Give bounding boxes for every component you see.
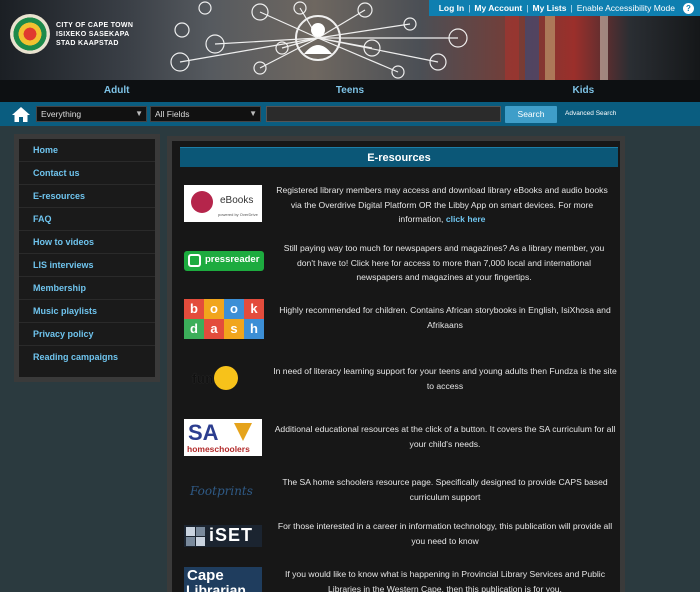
resource-description: In need of literacy learning support for… [272, 364, 618, 393]
click-here-link[interactable]: click here [446, 214, 486, 224]
search-field-select[interactable]: All Fields ▼ [150, 106, 261, 122]
resource-description: Still paying way too much for newspapers… [276, 241, 612, 285]
logo-tile [196, 537, 205, 546]
book-dash-logo[interactable]: b o o k d a s h [184, 299, 264, 339]
resource-description: Additional educational resources at the … [272, 422, 618, 451]
resource-text: If you would like to know what is happen… [284, 569, 606, 592]
cape-librarian-logo[interactable]: Cape Librarian [184, 567, 262, 592]
logo-tile [186, 537, 195, 546]
search-input[interactable] [266, 106, 501, 122]
account-bar: Log In | My Account | My Lists | Enable … [428, 0, 700, 16]
search-scope-value: Everything [41, 109, 82, 119]
resource-text: Highly recommended for children. Contain… [279, 305, 611, 330]
city-logo[interactable] [10, 14, 50, 54]
sidebar-item-reading-campaigns[interactable]: Reading campaigns [19, 346, 155, 369]
logo-subtext: Librarian [186, 582, 246, 592]
resource-description: The SA home schoolers resource page. Spe… [272, 475, 618, 504]
page-title: E-resources [180, 147, 618, 167]
e-resources-panel: E-resources eBooks powered by OverDrive … [167, 136, 625, 592]
login-link[interactable]: Log In [435, 3, 469, 13]
sidebar-item-faq[interactable]: FAQ [19, 208, 155, 231]
logo-tile: b [184, 299, 204, 319]
chevron-down-icon: ▼ [135, 109, 143, 118]
logo-text: iSET [209, 525, 254, 545]
pressreader-icon [188, 254, 201, 267]
resource-text: In need of literacy learning support for… [273, 366, 617, 391]
logo-tile: a [204, 319, 224, 339]
logo-text: eBooks [220, 195, 254, 206]
audience-tab-adult[interactable]: Adult [0, 80, 233, 102]
sidebar-item-music-playlists[interactable]: Music playlists [19, 300, 155, 323]
sidebar-item-lis-interviews[interactable]: LIS interviews [19, 254, 155, 277]
resource-description: For those interested in a career in info… [272, 519, 618, 548]
search-bar: Everything ▼ All Fields ▼ Search Advance… [0, 102, 700, 126]
fundza-face-icon [214, 366, 238, 390]
logo-text: SA [188, 420, 219, 445]
resource-description: Highly recommended for children. Contain… [272, 303, 618, 332]
city-name[interactable]: CITY OF CAPE TOWN ISIXEKO SASEKAPA STAD … [56, 21, 133, 48]
home-icon[interactable] [12, 107, 30, 122]
audience-tab-kids[interactable]: Kids [467, 80, 700, 102]
logo-tile [186, 527, 195, 536]
my-account-link[interactable]: My Account [470, 3, 526, 13]
search-scope-select[interactable]: Everything ▼ [36, 106, 147, 122]
my-lists-link[interactable]: My Lists [528, 3, 570, 13]
logo-tile: o [224, 299, 244, 319]
header-banner: CITY OF CAPE TOWN ISIXEKO SASEKAPA STAD … [0, 0, 700, 80]
resource-text: Additional educational resources at the … [274, 424, 616, 449]
resource-description: Registered library members may access an… [272, 183, 612, 227]
logo-text: Footprints [190, 484, 253, 498]
logo-tile: h [244, 319, 264, 339]
sidebar-item-home[interactable]: Home [19, 139, 155, 162]
logo-subtext: homeschoolers [187, 444, 250, 454]
pressreader-logo[interactable]: pressreader [184, 251, 264, 271]
fundza-logo[interactable]: funDza [184, 365, 264, 393]
audience-nav: Adult Teens Kids [0, 80, 700, 102]
overdrive-ebooks-logo[interactable]: eBooks powered by OverDrive [184, 185, 262, 222]
iset-logo[interactable]: iSET [184, 525, 262, 547]
sidebar-item-membership[interactable]: Membership [19, 277, 155, 300]
logo-tile: k [244, 299, 264, 319]
search-field-value: All Fields [155, 109, 190, 119]
resource-description: If you would like to know what is happen… [272, 567, 618, 592]
chevron-down-icon: ▼ [249, 109, 257, 118]
city-name-line1: CITY OF CAPE TOWN [56, 22, 134, 29]
audience-tab-teens[interactable]: Teens [233, 80, 466, 102]
advanced-search-link[interactable]: Advanced Search [565, 110, 616, 117]
sidebar-item-how-to-videos[interactable]: How to videos [19, 231, 155, 254]
resource-text: Still paying way too much for newspapers… [283, 243, 605, 282]
resource-text: For those interested in a career in info… [277, 521, 613, 546]
sidebar-nav: Home Contact us E-resources FAQ How to v… [14, 134, 160, 382]
resource-text: Registered library members may access an… [276, 185, 608, 224]
sidebar-item-e-resources[interactable]: E-resources [19, 185, 155, 208]
overdrive-icon [191, 191, 213, 213]
city-name-line2: ISIXEKO SASEKAPA [56, 31, 130, 38]
sidebar-item-privacy-policy[interactable]: Privacy policy [19, 323, 155, 346]
logo-tile: s [224, 319, 244, 339]
sa-homeschoolers-logo[interactable]: SA homeschoolers [184, 419, 262, 456]
logo-text: pressreader [205, 254, 260, 265]
logo-tile: d [184, 319, 204, 339]
resource-text: The SA home schoolers resource page. Spe… [282, 477, 608, 502]
pencil-icon [234, 423, 252, 441]
footprints-logo[interactable]: Footprints [184, 479, 264, 505]
search-button[interactable]: Search [505, 106, 557, 123]
question-icon[interactable]: ? [683, 2, 694, 14]
sidebar-item-contact-us[interactable]: Contact us [19, 162, 155, 185]
logo-tile: o [204, 299, 224, 319]
accessibility-mode-link[interactable]: Enable Accessibility Mode [573, 3, 679, 13]
logo-subtext: powered by OverDrive [218, 212, 258, 217]
logo-tile [196, 527, 205, 536]
city-name-line3: STAD KAAPSTAD [56, 40, 119, 47]
